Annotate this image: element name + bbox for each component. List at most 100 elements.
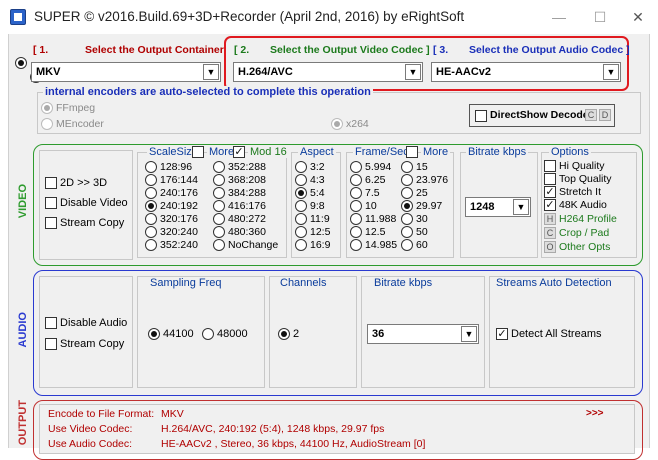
framesec-radio[interactable] bbox=[401, 200, 413, 213]
framesec-radio[interactable] bbox=[350, 174, 362, 187]
other-opts-button[interactable]: O bbox=[544, 241, 556, 254]
framesec-option[interactable]: 15 bbox=[401, 161, 448, 174]
framesec-option[interactable]: 10 bbox=[350, 200, 397, 213]
framesec-radio[interactable] bbox=[401, 239, 413, 252]
aspect-option[interactable]: 12:5 bbox=[295, 226, 330, 239]
scalesize-radio[interactable] bbox=[213, 226, 225, 239]
framesec-radio[interactable] bbox=[350, 200, 362, 213]
framesec-radio[interactable] bbox=[401, 161, 413, 174]
sampling-44100-radio[interactable] bbox=[148, 328, 160, 341]
detect-all-option[interactable]: Detect All Streams bbox=[496, 328, 601, 341]
aspect-option[interactable]: 5:4 bbox=[295, 187, 330, 200]
scalesize-option[interactable]: 352:288 bbox=[213, 161, 278, 174]
container-radio-1[interactable] bbox=[15, 57, 27, 70]
scalesize-radio[interactable] bbox=[145, 187, 157, 200]
scalesize-radio[interactable] bbox=[145, 161, 157, 174]
channels-2-option[interactable]: 2 bbox=[278, 328, 299, 341]
scalesize-option[interactable]: 416:176 bbox=[213, 200, 278, 213]
scalesize-radio[interactable] bbox=[213, 239, 225, 252]
framesec-radio[interactable] bbox=[350, 213, 362, 226]
scalesize-option[interactable]: 128:96 bbox=[145, 161, 198, 174]
aspect-option[interactable]: 11:9 bbox=[295, 213, 330, 226]
scalesize-option[interactable]: 320:240 bbox=[145, 226, 198, 239]
audio-stream-copy-check[interactable] bbox=[45, 338, 57, 351]
scalesize-option[interactable]: 176:144 bbox=[145, 174, 198, 187]
mencoder-option[interactable]: MEncoder bbox=[41, 118, 104, 131]
x264-radio[interactable] bbox=[331, 118, 343, 131]
audio48k-check[interactable] bbox=[544, 199, 556, 212]
video-stream-copy-check[interactable] bbox=[45, 217, 57, 230]
directshow-d-button[interactable]: D bbox=[599, 109, 611, 121]
crop-pad-option[interactable]: C Crop / Pad bbox=[544, 227, 609, 240]
scalesize-more-check[interactable] bbox=[192, 146, 204, 159]
directshow-c-button[interactable]: C bbox=[585, 109, 597, 121]
maximize-button[interactable]: ☐ bbox=[586, 6, 614, 28]
framesec-radio[interactable] bbox=[401, 213, 413, 226]
framesec-radio[interactable] bbox=[350, 226, 362, 239]
chevron-down-icon[interactable]: ▼ bbox=[513, 199, 529, 215]
sampling-48000-option[interactable]: 48000 bbox=[202, 328, 248, 341]
scalesize-option[interactable]: 240:176 bbox=[145, 187, 198, 200]
top-quality-check[interactable] bbox=[544, 173, 556, 186]
framesec-option[interactable]: 14.985 bbox=[350, 239, 397, 252]
ffmpeg-radio[interactable] bbox=[41, 102, 53, 115]
framesec-radio[interactable] bbox=[350, 161, 362, 174]
framesec-option[interactable]: 29.97 bbox=[401, 200, 448, 213]
stretch-it-option[interactable]: Stretch It bbox=[544, 186, 601, 199]
disable-video-check[interactable] bbox=[45, 197, 57, 210]
top-quality-option[interactable]: Top Quality bbox=[544, 173, 612, 186]
scalesize-radio[interactable] bbox=[213, 213, 225, 226]
scalesize-option[interactable]: 352:240 bbox=[145, 239, 198, 252]
scalesize-option[interactable]: NoChange bbox=[213, 239, 278, 252]
h264-profile-button[interactable]: H bbox=[544, 213, 556, 226]
sampling-48000-radio[interactable] bbox=[202, 328, 214, 341]
aspect-option[interactable]: 16:9 bbox=[295, 239, 330, 252]
minimize-button[interactable]: — bbox=[545, 6, 573, 28]
scalesize-radio[interactable] bbox=[145, 213, 157, 226]
sampling-44100-option[interactable]: 44100 bbox=[148, 328, 194, 341]
aspect-option[interactable]: 9:8 bbox=[295, 200, 330, 213]
scalesize-radio[interactable] bbox=[145, 239, 157, 252]
channels-2-radio[interactable] bbox=[278, 328, 290, 341]
scalesize-option[interactable]: 480:360 bbox=[213, 226, 278, 239]
chevron-down-icon[interactable]: ▼ bbox=[461, 326, 477, 342]
scalesize-radio[interactable] bbox=[145, 200, 157, 213]
video-stream-copy-option[interactable]: Stream Copy bbox=[45, 217, 124, 230]
framesec-radio[interactable] bbox=[350, 239, 362, 252]
stretch-it-check[interactable] bbox=[544, 186, 556, 199]
framesec-option[interactable]: 23.976 bbox=[401, 174, 448, 187]
scalesize-option[interactable]: 320:176 bbox=[145, 213, 198, 226]
scalesize-option[interactable]: 240:192 bbox=[145, 200, 198, 213]
ffmpeg-option[interactable]: FFmpeg bbox=[41, 102, 95, 115]
crop-pad-button[interactable]: C bbox=[544, 227, 556, 240]
framesec-radio[interactable] bbox=[401, 226, 413, 239]
x264-option[interactable]: x264 bbox=[331, 118, 369, 131]
scalesize-radio[interactable] bbox=[213, 187, 225, 200]
scalesize-radio[interactable] bbox=[213, 200, 225, 213]
framesec-option[interactable]: 60 bbox=[401, 239, 448, 252]
audio-bitrate-select[interactable]: 36 ▼ bbox=[367, 324, 479, 344]
framesec-option[interactable]: 30 bbox=[401, 213, 448, 226]
aspect-option[interactable]: 4:3 bbox=[295, 174, 330, 187]
audio-stream-copy-option[interactable]: Stream Copy bbox=[45, 338, 124, 351]
framesec-option[interactable]: 11.988 bbox=[350, 213, 397, 226]
framesec-option[interactable]: 50 bbox=[401, 226, 448, 239]
disable-video-option[interactable]: Disable Video bbox=[45, 197, 128, 210]
aspect-radio[interactable] bbox=[295, 213, 307, 226]
other-opts-option[interactable]: O Other Opts bbox=[544, 241, 610, 254]
framesec-option[interactable]: 25 bbox=[401, 187, 448, 200]
aspect-radio[interactable] bbox=[295, 239, 307, 252]
framesec-option[interactable]: 6.25 bbox=[350, 174, 397, 187]
framesec-more-option[interactable]: More bbox=[406, 146, 451, 159]
aspect-radio[interactable] bbox=[295, 174, 307, 187]
output-more-button[interactable]: >>> bbox=[586, 408, 604, 419]
framesec-option[interactable]: 5.994 bbox=[350, 161, 397, 174]
scalesize-option[interactable]: 368:208 bbox=[213, 174, 278, 187]
framesec-option[interactable]: 12.5 bbox=[350, 226, 397, 239]
container-select[interactable]: MKV ▼ bbox=[31, 62, 221, 82]
close-button[interactable]: ✕ bbox=[624, 6, 652, 28]
chevron-down-icon[interactable]: ▼ bbox=[603, 64, 619, 80]
audio48k-option[interactable]: 48K Audio bbox=[544, 199, 607, 212]
scalesize-radio[interactable] bbox=[213, 174, 225, 187]
chevron-down-icon[interactable]: ▼ bbox=[405, 64, 421, 80]
